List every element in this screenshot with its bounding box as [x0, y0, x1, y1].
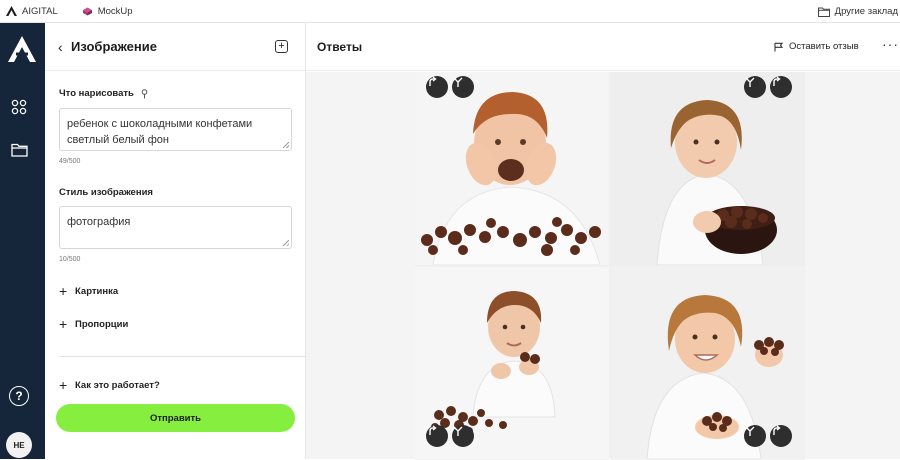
upscale-icon[interactable] — [770, 76, 792, 98]
leave-feedback-label: Оставить отзыв — [789, 41, 859, 52]
style-value: фотография — [67, 216, 131, 228]
flag-icon — [774, 42, 783, 51]
result-image-4[interactable] — [611, 267, 805, 460]
variations-icon[interactable] — [744, 425, 766, 447]
resize-grip-icon[interactable] — [283, 142, 289, 148]
bookmark-other[interactable]: Другие заклад — [817, 0, 900, 23]
style-label: Стиль изображения — [59, 187, 153, 198]
variations-icon[interactable] — [744, 76, 766, 98]
style-counter: 10/500 — [59, 256, 81, 263]
style-textarea[interactable]: фотография — [59, 206, 292, 249]
mockup-icon — [82, 7, 92, 15]
answers-title: Ответы — [317, 40, 363, 54]
variations-icon[interactable] — [452, 76, 474, 98]
aigital-logo-icon — [6, 6, 17, 16]
proportions-expander-label: Пропорции — [75, 318, 129, 330]
help-icon[interactable]: ? — [9, 386, 29, 406]
divider — [59, 356, 306, 357]
more-options-icon[interactable]: ··· — [882, 36, 899, 52]
proportions-expander[interactable]: + Пропорции — [59, 317, 128, 331]
bookmark-aigital-label: AIGITAL — [22, 5, 58, 17]
answers-header: Ответы Оставить отзыв ··· — [306, 23, 900, 71]
plus-icon: + — [59, 377, 68, 393]
bookmark-other-label: Другие заклад — [834, 6, 898, 17]
picture-expander[interactable]: + Картинка — [59, 284, 118, 298]
bookmark-mockup[interactable]: MockUp — [82, 6, 133, 17]
prompt-counter: 49/500 — [59, 158, 81, 165]
variations-icon[interactable] — [452, 425, 474, 447]
prompt-label: Что нарисовать — [59, 88, 134, 99]
plus-icon: + — [278, 40, 285, 52]
results-grid — [415, 72, 805, 460]
apps-grid-icon[interactable] — [9, 97, 29, 117]
image-form-panel: ‹ Изображение + Что нарисовать ребенок с… — [45, 23, 306, 459]
upscale-icon[interactable] — [770, 425, 792, 447]
left-rail: ? НЕ — [0, 23, 45, 459]
result-image-2[interactable] — [611, 72, 805, 265]
picture-expander-label: Картинка — [75, 285, 119, 297]
upscale-icon[interactable] — [426, 425, 448, 447]
prompt-value: ребенок с шоколадными конфетами светлый … — [67, 118, 253, 146]
folder-icon — [817, 7, 830, 17]
result-image-3[interactable] — [415, 267, 609, 460]
bookmark-aigital[interactable]: AIGITAL — [6, 6, 58, 17]
plus-icon: + — [59, 316, 68, 332]
aigital-logo-icon[interactable] — [7, 35, 37, 63]
hint-icon[interactable] — [141, 88, 148, 99]
leave-feedback-button[interactable]: Оставить отзыв — [774, 41, 859, 52]
prompt-label-row: Что нарисовать — [59, 88, 148, 99]
upscale-icon[interactable] — [426, 76, 448, 98]
how-it-works-label: Как это работает? — [75, 379, 160, 391]
submit-button[interactable]: Отправить — [56, 404, 295, 432]
how-it-works-expander[interactable]: + Как это работает? — [59, 378, 160, 392]
result-image-1[interactable] — [415, 72, 609, 265]
panel-header: ‹ Изображение + — [45, 23, 306, 71]
folder-icon[interactable] — [9, 140, 29, 160]
plus-icon: + — [59, 283, 68, 299]
prompt-textarea[interactable]: ребенок с шоколадными конфетами светлый … — [59, 108, 292, 151]
new-image-button[interactable]: + — [275, 40, 288, 53]
resize-grip-icon[interactable] — [283, 240, 289, 246]
back-chevron-icon[interactable]: ‹ — [58, 39, 63, 55]
panel-title: Изображение — [71, 39, 157, 54]
bookmark-mockup-label: MockUp — [97, 5, 133, 17]
avatar[interactable]: НЕ — [6, 432, 32, 458]
bookmarks-bar: AIGITAL MockUp Другие заклад — [0, 0, 900, 23]
